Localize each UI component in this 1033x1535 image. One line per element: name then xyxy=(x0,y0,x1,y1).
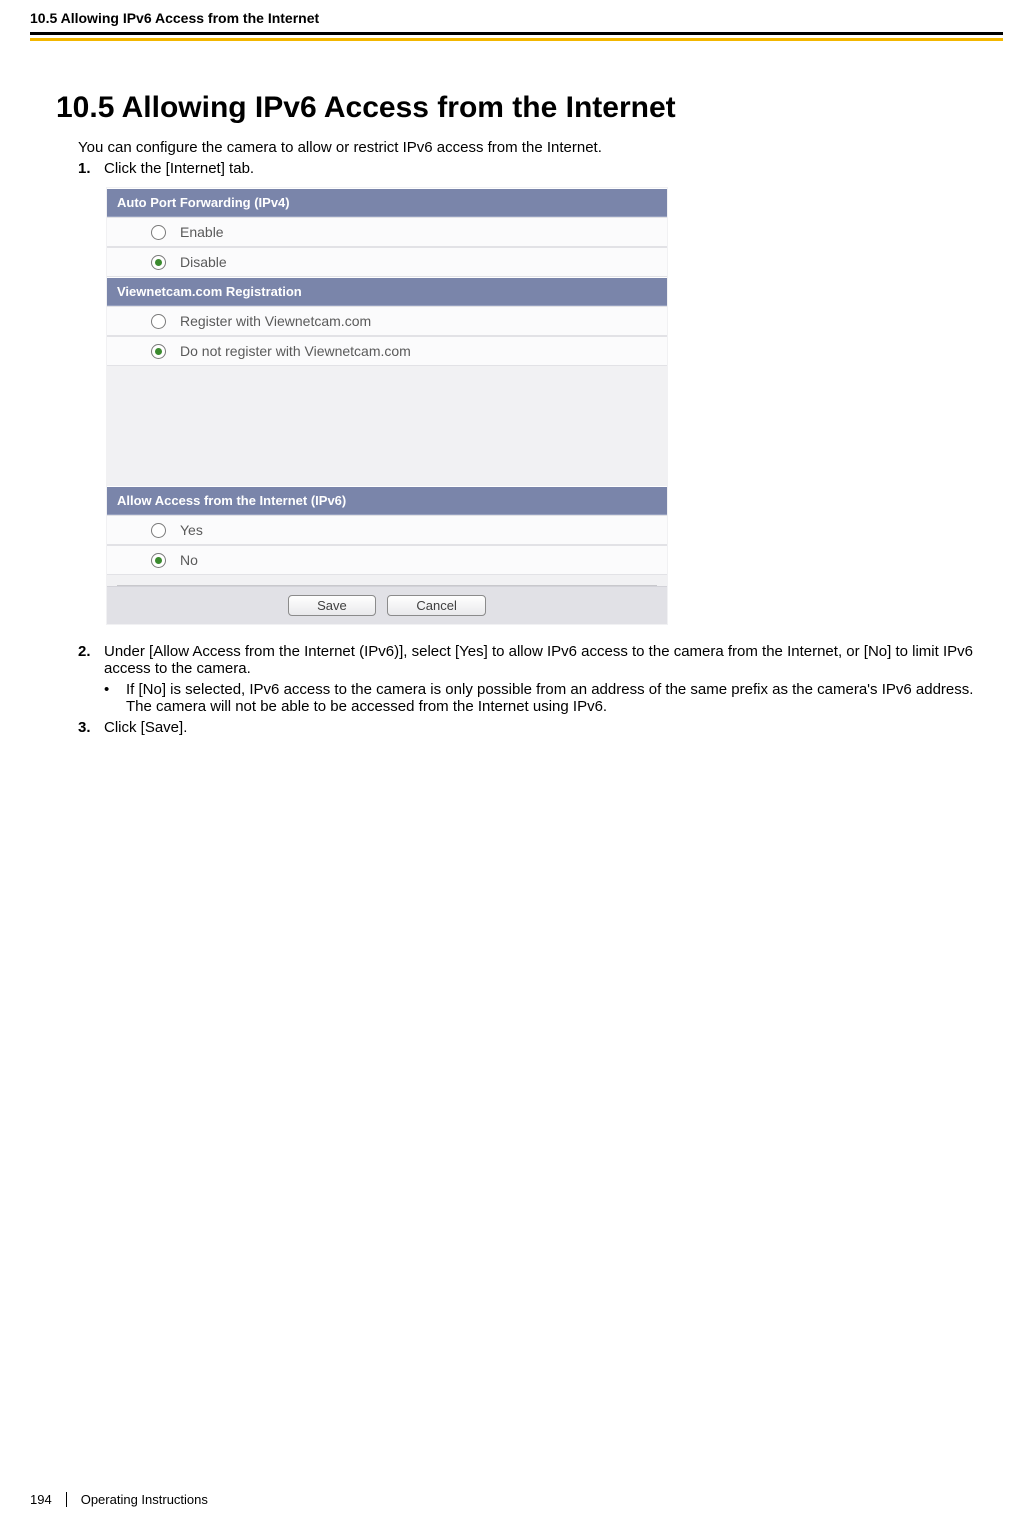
save-button[interactable]: Save xyxy=(288,595,376,616)
section-intro: You can configure the camera to allow or… xyxy=(78,139,993,156)
ipv6-yes-option[interactable]: Yes xyxy=(107,515,667,545)
radio-icon xyxy=(151,225,166,240)
running-header: 10.5 Allowing IPv6 Access from the Inter… xyxy=(0,0,1033,32)
viewnetcam-register-option[interactable]: Register with Viewnetcam.com xyxy=(107,306,667,336)
option-label: Do not register with Viewnetcam.com xyxy=(180,343,411,359)
step-list: 1. Click the [Internet] tab. xyxy=(78,160,993,177)
step-1: 1. Click the [Internet] tab. xyxy=(78,160,993,177)
step-list-cont: 2. Under [Allow Access from the Internet… xyxy=(78,643,993,736)
cancel-button[interactable]: Cancel xyxy=(387,595,485,616)
option-label: Register with Viewnetcam.com xyxy=(180,313,371,329)
step-2: 2. Under [Allow Access from the Internet… xyxy=(78,643,993,677)
page-content: 10.5 Allowing IPv6 Access from the Inter… xyxy=(0,41,1033,736)
step-number: 1. xyxy=(78,160,104,177)
group-header-autoport: Auto Port Forwarding (IPv4) xyxy=(107,188,667,217)
radio-icon xyxy=(151,553,166,568)
option-label: Enable xyxy=(180,224,224,240)
radio-icon xyxy=(151,523,166,538)
bullet-text: If [No] is selected, IPv6 access to the … xyxy=(126,681,993,715)
step-text: Under [Allow Access from the Internet (I… xyxy=(104,643,993,677)
settings-panel: Auto Port Forwarding (IPv4) Enable Disab… xyxy=(106,187,668,625)
group-header-ipv6access: Allow Access from the Internet (IPv6) xyxy=(107,486,667,515)
step-2-bullet: • If [No] is selected, IPv6 access to th… xyxy=(104,681,993,715)
step-text: Click [Save]. xyxy=(104,719,993,736)
viewnetcam-noregister-option[interactable]: Do not register with Viewnetcam.com xyxy=(107,336,667,366)
page-number: 194 xyxy=(30,1492,67,1507)
radio-icon xyxy=(151,344,166,359)
ipv6-no-option[interactable]: No xyxy=(107,545,667,575)
panel-spacer xyxy=(107,366,667,486)
page-footer: 194 Operating Instructions xyxy=(30,1492,208,1507)
button-row: Save Cancel xyxy=(107,586,667,624)
option-label: Yes xyxy=(180,522,203,538)
step-number: 2. xyxy=(78,643,104,677)
running-title: 10.5 Allowing IPv6 Access from the Inter… xyxy=(30,10,319,26)
footer-doc-title: Operating Instructions xyxy=(81,1492,208,1507)
bullet-icon: • xyxy=(104,681,126,715)
section-title: 10.5 Allowing IPv6 Access from the Inter… xyxy=(56,91,993,125)
autoport-enable-option[interactable]: Enable xyxy=(107,217,667,247)
option-label: Disable xyxy=(180,254,227,270)
step-text: Click the [Internet] tab. xyxy=(104,160,993,177)
autoport-disable-option[interactable]: Disable xyxy=(107,247,667,277)
radio-icon xyxy=(151,314,166,329)
option-label: No xyxy=(180,552,198,568)
step-number: 3. xyxy=(78,719,104,736)
radio-icon xyxy=(151,255,166,270)
header-rule xyxy=(30,32,1003,35)
group-header-viewnetcam: Viewnetcam.com Registration xyxy=(107,277,667,306)
step-3: 3. Click [Save]. xyxy=(78,719,993,736)
